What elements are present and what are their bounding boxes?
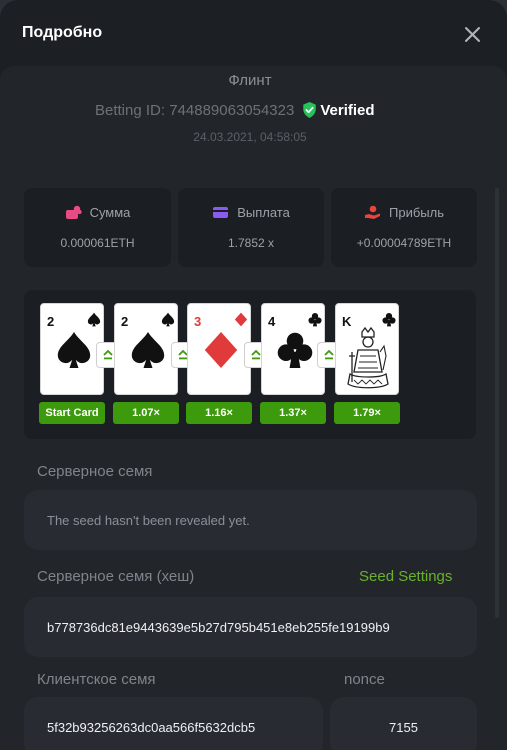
nonce-field[interactable]: 7155 [330,697,477,750]
cards-panel: 2 Start Card 2 1.07× 3 1.16× 4 1.37× K 1… [24,290,476,439]
scrollbar[interactable] [495,188,499,618]
server-seed-field[interactable]: The seed hasn't been revealed yet. [24,490,477,550]
client-seed-field[interactable]: 5f32b93256263dc0aa566f5632dcb5 [24,697,323,750]
multiplier-badge: Start Card [39,402,105,424]
multiplier-badge: 1.37× [260,402,326,424]
hand-coin-icon [365,205,380,219]
bet-details-modal: Подробно Флинт Betting ID: 7448890630543… [0,0,507,750]
multiplier-badge: 1.79× [334,402,400,424]
wallet-coins-icon [65,205,82,219]
game-name: Флинт [228,72,272,89]
playing-card: 3 [187,303,251,395]
multiplier-badge: 1.07× [113,402,179,424]
king-figure-icon [347,326,389,389]
server-seed-hash-field[interactable]: b778736dc81e9443639e5b27d795b451e8eb255f… [24,597,477,657]
bet-date: 24.03.2021, 04:58:05 [193,130,307,144]
club-icon [277,332,313,368]
playing-card: 4 [261,303,325,395]
modal-title: Подробно [22,24,103,41]
betting-id: Betting ID: 744889063054323 [95,101,295,119]
stat-profit-label: Прибыль [389,205,444,220]
card-rank: 2 [47,314,55,329]
spade-icon [87,312,101,327]
shield-check-icon [303,102,317,118]
modal-header: Подробно [0,0,507,66]
close-icon [464,26,480,42]
card-rank: 3 [194,314,202,329]
playing-card: K [335,303,399,395]
stat-amount-value: 0.000061ETH [60,236,135,250]
client-seed-label: Клиентское семя [37,671,156,688]
stat-payout-label: Выплата [237,205,290,220]
server-seed-label: Серверное семя [37,463,153,480]
playing-card: 2 [114,303,178,395]
stat-profit: Прибыль +0.00004789ETH [331,188,477,267]
diamond-icon [204,332,238,368]
stat-amount: Сумма 0.000061ETH [24,188,171,267]
multiplier-badge: 1.16× [186,402,252,424]
card-icon [213,207,229,218]
stat-payout-value: 1.7852 x [227,236,275,250]
club-icon [308,312,322,327]
club-icon [382,312,396,327]
seed-settings-link[interactable]: Seed Settings [359,568,452,585]
card-rank: 4 [268,314,276,329]
verified-badge: Verified [320,101,375,119]
stat-payout: Выплата 1.7852 x [178,188,324,267]
betting-id-row: Betting ID: 744889063054323 Verified [95,100,375,120]
stat-amount-label: Сумма [89,205,131,220]
stat-profit-value: +0.00004789ETH [356,236,452,250]
spade-icon [57,332,91,368]
card-rank: 2 [121,314,129,329]
client-seed-value: 5f32b93256263dc0aa566f5632dcb5 [47,719,256,735]
nonce-label: nonce [344,671,385,688]
modal-body[interactable]: Флинт Betting ID: 744889063054323 Verifi… [0,66,507,750]
spade-icon [131,332,165,368]
diamond-icon [234,312,248,327]
server-seed-hash-label: Серверное семя (хеш) [37,568,195,585]
playing-card: 2 [40,303,104,395]
close-button[interactable] [458,20,486,48]
spade-icon [161,312,175,327]
